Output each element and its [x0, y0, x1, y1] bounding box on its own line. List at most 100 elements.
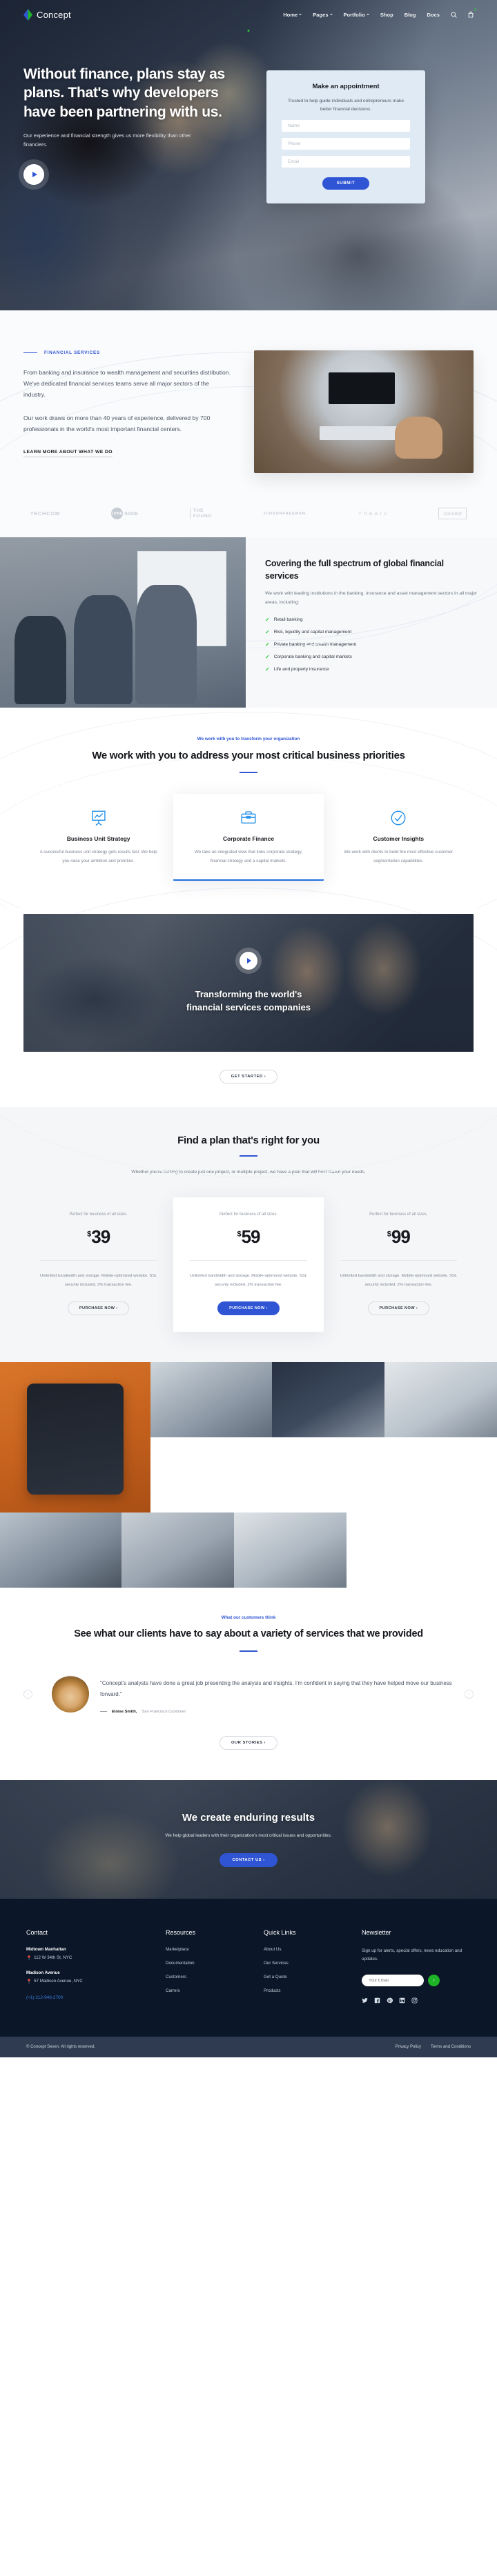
privacy-policy-link[interactable]: Privacy Policy [396, 2045, 421, 2049]
name-field[interactable]: Name [282, 120, 410, 132]
person-shape [135, 585, 197, 705]
client-logo-oneside: 1ONE SIDE [111, 508, 138, 519]
card-title: Corporate Finance [222, 835, 274, 843]
plan-features: Unlimited bandwidth and storage. Mobile-… [340, 1274, 458, 1287]
nav-item-portfolio[interactable]: Portfolio [344, 12, 369, 18]
address-block: Midtown Manhattan 📍 112 W 34th St, NYC [26, 1947, 150, 1961]
our-stories-button[interactable]: OUR STORIES › [220, 1735, 277, 1750]
spectrum-section: Covering the full spectrum of global fin… [0, 537, 497, 708]
active-indicator-dot [247, 30, 250, 32]
site-footer: Contact Midtown Manhattan 📍 112 W 34th S… [0, 1898, 497, 2037]
pricing-plan-99: Perfect for business of all sizes. $99 U… [324, 1197, 474, 1332]
appointment-description: Trusted to help guide individuals and en… [288, 99, 404, 112]
appointment-submit-button[interactable]: SUBMIT [322, 177, 369, 190]
testimonial-section: What our customers think See what our cl… [0, 1588, 497, 1780]
chevron-left-icon[interactable]: ‹ [23, 1690, 32, 1699]
gallery-photo-woman-chair [384, 1362, 497, 1438]
hero-play-button[interactable] [23, 164, 44, 186]
gallery-photo-team-table [0, 1512, 121, 1588]
check-icon: ✓ [265, 666, 270, 672]
nav-item-docs[interactable]: Docs [427, 12, 440, 18]
financial-paragraph-2: Our work draws on more than 40 years of … [23, 414, 211, 432]
nav-item-pages[interactable]: Pages [313, 12, 333, 18]
priorities-section: We work with you to transform your organ… [0, 708, 497, 909]
footer-link-about-us[interactable]: About Us [264, 1947, 347, 1952]
purchase-label: PURCHASE NOW [229, 1306, 265, 1311]
nav-item-blog[interactable]: Blog [405, 12, 416, 18]
footer-link-carrers[interactable]: Carrers [166, 1988, 248, 1993]
footer-link-customers[interactable]: Customers [166, 1975, 248, 1979]
author-name: Eloise Smith, [112, 1709, 137, 1714]
newsletter-email-input[interactable] [362, 1975, 424, 1987]
contact-us-button[interactable]: CONTACT US › [220, 1853, 277, 1867]
pinterest-icon[interactable] [387, 1997, 393, 2004]
learn-more-link[interactable]: LEARN MORE ABOUT WHAT WE DO [23, 450, 113, 458]
newsletter-description: Sign up for alerts, special offers, news… [362, 1948, 462, 1961]
purchase-now-button[interactable]: PURCHASE NOW › [67, 1301, 130, 1316]
purchase-label: PURCHASE NOW [79, 1306, 115, 1311]
hero-section: Concept Home Pages Portfolio Shop Blog D… [0, 0, 497, 310]
pricing-plan-39: Perfect for business of all sizes. $39 U… [23, 1197, 173, 1332]
list-item-label: Private banking and wealth management [273, 642, 357, 647]
hand-shape [394, 417, 443, 459]
plan-features: Unlimited bandwidth and storage. Mobile-… [190, 1274, 307, 1287]
nav-item-label: Portfolio [343, 11, 365, 18]
dash-icon [100, 1711, 107, 1713]
video-section: Transforming the world's financial servi… [0, 888, 497, 1178]
monitor-shape [329, 372, 395, 405]
list-item-label: Retail banking [273, 617, 303, 622]
address-text: 112 W 34th St, NYC [34, 1955, 72, 1961]
newsletter-submit-button[interactable]: › [428, 1975, 440, 1987]
twitter-icon[interactable] [362, 1997, 368, 2004]
main-navbar: Concept Home Pages Portfolio Shop Blog D… [0, 0, 497, 32]
chevron-right-icon[interactable]: › [465, 1690, 474, 1699]
play-button-icon [32, 172, 37, 178]
nav-item-home[interactable]: Home [247, 12, 302, 32]
footer-phone-link[interactable]: (+1) 212-946-2700 [26, 1995, 150, 2000]
priority-card-business-unit-strategy[interactable]: Business Unit Strategy A successful busi… [23, 794, 173, 881]
footer-link-marketplace[interactable]: Marketplace [166, 1947, 248, 1952]
priority-card-customer-insights[interactable]: Customer Insights We work with clients t… [324, 794, 474, 881]
client-logo-judsonfreeman: JUDSONFREEMAN. [263, 511, 308, 516]
financial-services-section: FINANCIAL SERVICES From banking and insu… [0, 310, 497, 648]
shopping-bag-icon[interactable]: 0 [468, 8, 476, 18]
instagram-icon[interactable] [411, 1997, 418, 2004]
get-started-button[interactable]: GET STARTED › [219, 1070, 278, 1084]
avatar [52, 1675, 89, 1713]
client-logo-thefound-line2: FOUND [193, 513, 213, 519]
linkedin-icon[interactable] [399, 1997, 405, 2004]
video-cta-row: GET STARTED › [23, 1052, 474, 1084]
footer-link-documentation[interactable]: Documentation [166, 1961, 248, 1966]
footer-link-products[interactable]: Products [264, 1988, 347, 1993]
check-icon: ✓ [265, 616, 270, 623]
video-play-button[interactable] [240, 951, 257, 970]
search-icon[interactable] [451, 12, 457, 18]
address-block: Madison Avenue 📍 57 Madison Avenue, NYC [26, 1970, 150, 1984]
phone-field[interactable]: Phone [282, 138, 410, 150]
brand-logo[interactable]: Concept [23, 8, 71, 21]
email-field[interactable]: Email [282, 156, 410, 168]
address-line: 📍 57 Madison Avenue, NYC [26, 1979, 150, 1984]
newsletter-form: › [362, 1975, 471, 1987]
financial-eyebrow: FINANCIAL SERVICES [23, 350, 231, 355]
pricing-plan-59: Perfect for business of all sizes. $59 U… [173, 1197, 324, 1332]
nav-item-shop[interactable]: Shop [380, 12, 393, 18]
footer-contact-column: Contact Midtown Manhattan 📍 112 W 34th S… [26, 1929, 150, 2004]
card-text: We take an integrated view that links co… [194, 850, 303, 863]
financial-paragraph-1: From banking and insurance to wealth man… [23, 369, 231, 398]
copyright-text: © Concept Seven. All rights reserved. [26, 2045, 95, 2050]
pricing-plans: Perfect for business of all sizes. $39 U… [23, 1197, 474, 1332]
spectrum-heading: Covering the full spectrum of global fin… [265, 559, 444, 581]
diamond-logo-icon [23, 8, 32, 21]
footer-link-get-a-quote[interactable]: Get a Quote [264, 1975, 347, 1979]
map-pin-icon: 📍 [26, 1955, 32, 1961]
plan-label: Perfect for business of all sizes. [369, 1212, 428, 1217]
purchase-now-button[interactable]: PURCHASE NOW › [367, 1301, 430, 1316]
priority-card-corporate-finance[interactable]: Corporate Finance We take an integrated … [173, 794, 324, 881]
facebook-icon[interactable] [374, 1997, 380, 2004]
footer-link-our-services[interactable]: Our Services [264, 1961, 347, 1966]
contact-us-label: CONTACT US [232, 1857, 262, 1862]
purchase-now-button[interactable]: PURCHASE NOW › [217, 1301, 280, 1316]
terms-conditions-link[interactable]: Terms and Conditions [431, 2045, 471, 2049]
footer-newsletter-column: Newsletter Sign up for alerts, special o… [362, 1929, 471, 2004]
